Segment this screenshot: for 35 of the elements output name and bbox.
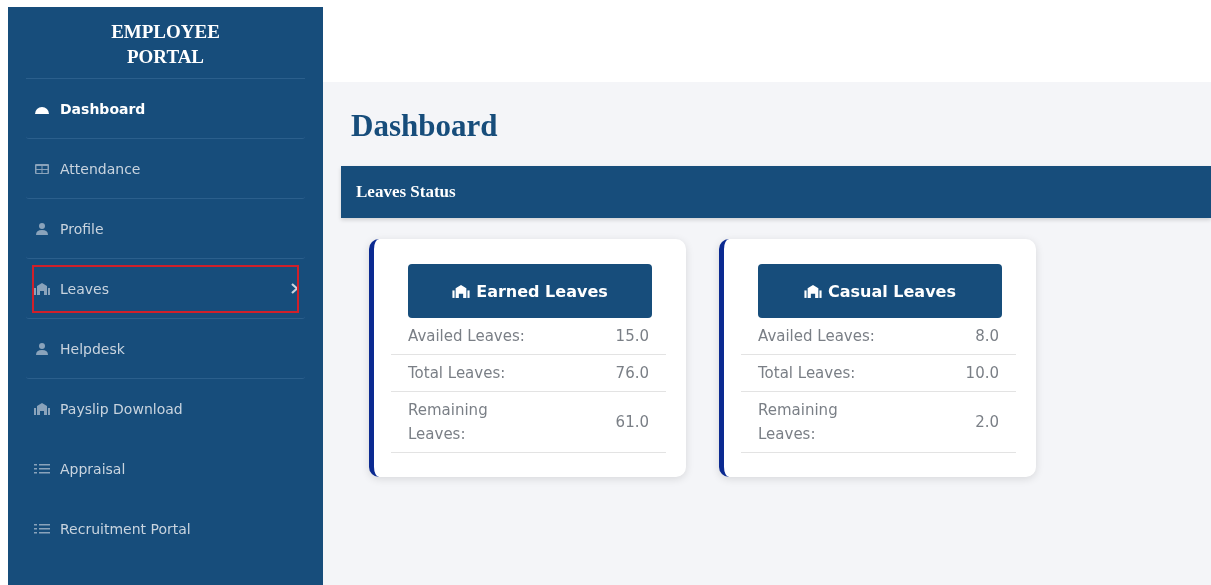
- sidebar-item[interactable]: Payslip Download: [26, 379, 305, 439]
- row-label: Availed Leaves:: [758, 326, 876, 347]
- building-icon: [804, 283, 822, 299]
- sidebar-item[interactable]: Appraisal: [26, 439, 305, 499]
- row-label: Total Leaves:: [408, 363, 507, 384]
- row-label: Remaining Leaves:: [408, 400, 489, 445]
- row-label: Total Leaves:: [758, 363, 857, 384]
- portal-title: EMPLOYEE PORTAL: [26, 7, 305, 79]
- page-title: Dashboard: [351, 108, 499, 144]
- table-icon: [34, 161, 50, 176]
- row-value: 76.0: [615, 364, 649, 382]
- row-value: 8.0: [975, 327, 999, 345]
- chevron-icon: [291, 283, 299, 294]
- sidebar-item[interactable]: Attendance: [26, 139, 305, 199]
- sidebar-item[interactable]: Recruitment Portal: [26, 499, 305, 559]
- sidebar-item[interactable]: Profile: [26, 199, 305, 259]
- section-header: Leaves Status: [341, 166, 1211, 218]
- building-icon: [34, 401, 50, 416]
- list-icon: [34, 521, 50, 536]
- sidebar-item[interactable]: Dashboard: [26, 79, 305, 139]
- card-title: Casual Leaves: [828, 281, 956, 301]
- row-value: 10.0: [965, 364, 999, 382]
- building-icon: [452, 283, 471, 299]
- row-label: Availed Leaves:: [408, 326, 526, 347]
- card-title: Earned Leaves: [476, 281, 608, 301]
- list-icon: [34, 461, 50, 476]
- row-value: 15.0: [615, 327, 649, 345]
- user-icon: [34, 341, 50, 356]
- row-value: 61.0: [615, 413, 649, 431]
- row-value: 2.0: [975, 413, 999, 431]
- row-label: Remaining Leaves:: [758, 400, 839, 445]
- building-icon: [34, 281, 50, 296]
- user-icon: [34, 221, 50, 236]
- sidebar-item[interactable]: Helpdesk: [26, 319, 305, 379]
- sidebar-item[interactable]: Leaves: [26, 259, 305, 319]
